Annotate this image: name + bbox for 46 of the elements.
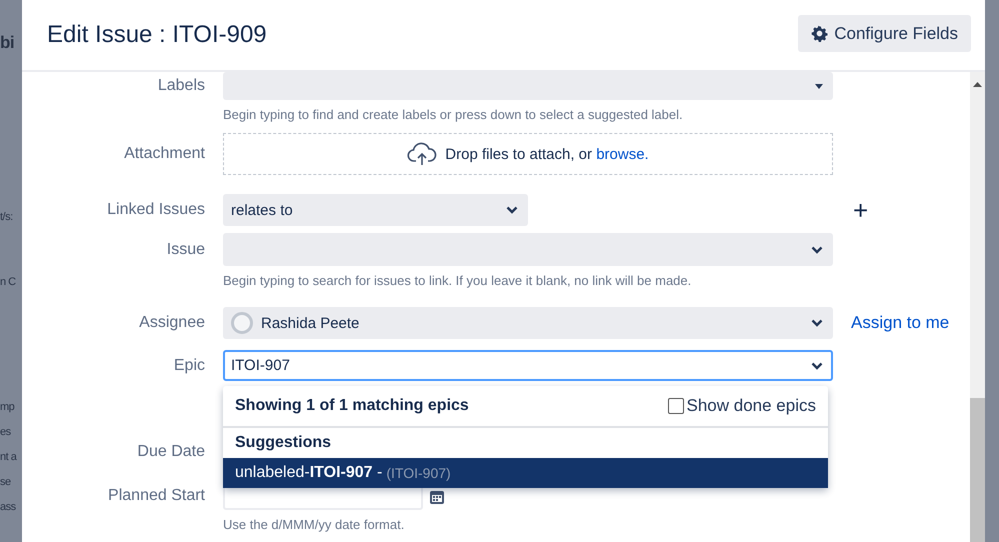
- background-text: mp: [0, 400, 16, 415]
- field-hint: Use the d/MMM/yy date format.: [223, 517, 406, 532]
- field-hint: Begin typing to find and create labels or press down to select a suggested label.: [223, 107, 684, 122]
- background-text: n C: [0, 275, 17, 290]
- background-text: se: [0, 475, 12, 490]
- add-link-button[interactable]: +: [853, 197, 868, 223]
- chevron-down-icon: [811, 319, 823, 327]
- browse-link[interactable]: browse.: [596, 146, 649, 162]
- background-text: es: [0, 425, 12, 440]
- dialog-title: Edit Issue : ITOI-909: [47, 21, 267, 49]
- field-label: Assignee: [138, 314, 205, 332]
- background-text: t/s:: [0, 210, 14, 225]
- show-done-checkbox[interactable]: Show done epics: [668, 396, 816, 416]
- assignee-select[interactable]: Rashida Peete: [223, 307, 833, 339]
- link-type-select[interactable]: relates to: [223, 194, 528, 226]
- background-text: nt a: [0, 450, 18, 465]
- settings-icon: [811, 25, 828, 42]
- scrollbar[interactable]: [970, 72, 985, 542]
- suggestion-item[interactable]: unlabeled-ITOI-907 - (ITOI-907): [223, 458, 828, 488]
- select-field[interactable]: [223, 233, 833, 266]
- caret-icon: [815, 84, 823, 88]
- epic-field[interactable]: ITOI-907: [223, 350, 833, 381]
- assign-to-me-link[interactable]: Assign to me: [851, 313, 970, 333]
- field-label: Attachment: [123, 145, 205, 163]
- field-label: Labels: [156, 77, 205, 95]
- cloud-upload-icon: [407, 142, 438, 166]
- field-hint: Begin typing to search for issues to link. If you leave it blank, no link will be made.: [223, 273, 692, 288]
- dropdown-header: Showing 1 of 1 matching epics: [235, 397, 469, 415]
- chevron-down-icon: [506, 206, 518, 214]
- chevron-down-icon: [811, 362, 823, 370]
- drop-text: Drop files to attach, or browse.: [445, 146, 649, 162]
- field-label: Epic: [172, 356, 205, 374]
- background-text: ass: [0, 500, 17, 515]
- configure-fields-button[interactable]: Configure Fields: [798, 15, 971, 52]
- field-label: Due Date: [136, 443, 205, 461]
- field-label: Issue: [166, 241, 205, 259]
- select-field[interactable]: [223, 72, 833, 100]
- drop-zone[interactable]: Drop files to attach, or browse.: [223, 133, 833, 175]
- chevron-down-icon: [811, 246, 823, 254]
- avatar-icon: [231, 312, 253, 334]
- field-label: Planned Start: [107, 487, 205, 505]
- calendar-icon[interactable]: [429, 488, 445, 504]
- scroll-up-icon[interactable]: [973, 82, 982, 87]
- section-heading: Suggestions: [234, 433, 332, 453]
- field-label: Linked Issues: [106, 201, 205, 219]
- background-text: bi: [0, 32, 16, 54]
